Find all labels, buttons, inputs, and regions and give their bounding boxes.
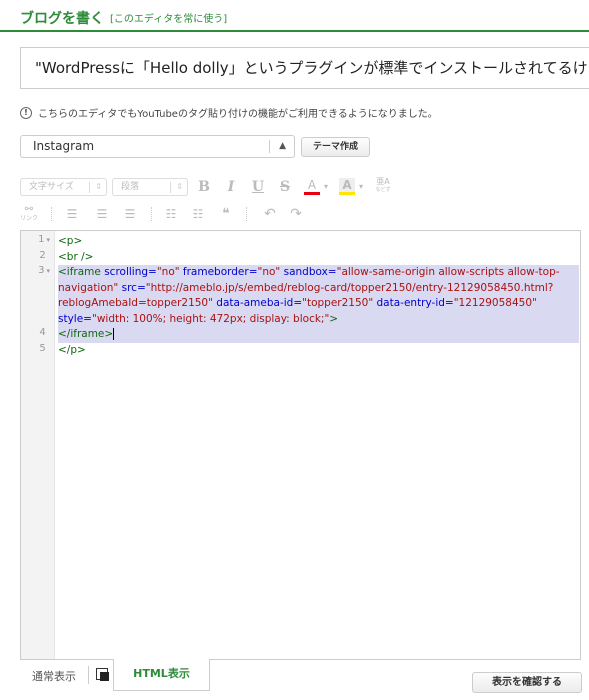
code-token: </p> bbox=[58, 343, 86, 356]
align-center-icon[interactable]: ☰ bbox=[94, 205, 110, 223]
line-number-gutter: 1 ▾ 2 3 ▾ 4 5 bbox=[21, 231, 55, 659]
code-line[interactable]: reblogAmebaId=topper2150" data-ameba-id=… bbox=[58, 296, 579, 312]
select-arrows-icon: ▲ bbox=[279, 141, 286, 151]
redo-icon[interactable]: ↷ bbox=[288, 205, 304, 223]
link-icon: ⚯ bbox=[24, 204, 34, 215]
code-token: > bbox=[329, 312, 339, 325]
code-token: scrolling= bbox=[104, 266, 157, 278]
code-token: <p> bbox=[58, 235, 83, 247]
code-token: navigation" bbox=[58, 281, 122, 294]
text-cursor bbox=[113, 328, 115, 340]
post-title-input[interactable]: "WordPressに「Hello dolly」というプラグインが標準でインスト… bbox=[20, 47, 589, 89]
bullet-list-icon[interactable]: ☷ bbox=[163, 205, 179, 223]
code-token: reblogAmebaId=topper2150" bbox=[58, 297, 217, 309]
quote-icon[interactable]: ❝ bbox=[218, 205, 234, 223]
code-token: "http://ameblo.jp/s/embed/reblog-card/to… bbox=[145, 281, 554, 294]
code-token: <br /> bbox=[58, 250, 94, 263]
create-theme-button[interactable]: テーマ作成 bbox=[301, 137, 370, 157]
paragraph-select[interactable]: 段落 ⇕ bbox=[112, 178, 188, 196]
notice-text: こちらのエディタでもYouTubeのタグ貼り付けの機能がご利用できるようになりま… bbox=[38, 109, 438, 120]
link-button[interactable]: ⚯ リンク bbox=[20, 205, 38, 223]
numbered-list-icon[interactable]: ☷ bbox=[190, 205, 206, 223]
ruby-bottom-label: などず bbox=[375, 187, 391, 193]
underline-button[interactable]: U bbox=[250, 178, 266, 196]
link-label: リンク bbox=[20, 215, 39, 222]
always-use-editor-link[interactable]: [このエディタを常に使う] bbox=[110, 10, 227, 25]
fold-arrow-icon[interactable]: ▾ bbox=[46, 236, 50, 244]
select-arrows-icon: ⇕ bbox=[176, 182, 183, 191]
font-size-select[interactable]: 文字サイズ ⇕ bbox=[20, 178, 107, 196]
chevron-down-icon[interactable]: ▾ bbox=[321, 178, 331, 196]
code-line[interactable]: style="width: 100%; height: 472px; displ… bbox=[58, 311, 579, 327]
fold-arrow-icon[interactable]: ▾ bbox=[46, 267, 50, 275]
undo-icon[interactable]: ↶ bbox=[262, 205, 278, 223]
code-token: style= bbox=[58, 312, 92, 325]
code-token: "no" bbox=[156, 266, 183, 278]
bold-button[interactable]: B bbox=[196, 178, 212, 196]
line-number: 5 bbox=[39, 343, 50, 354]
format-toolbar: 文字サイズ ⇕ 段落 ⇕ B I U S A ▾ A ▾ 亜A などず bbox=[20, 178, 580, 196]
info-icon: ! bbox=[20, 106, 32, 119]
code-token: "topper2150" bbox=[302, 297, 377, 309]
line-number: 3 ▾ bbox=[38, 265, 50, 276]
code-line[interactable]: navigation" src="http://ameblo.jp/s/embe… bbox=[58, 280, 579, 296]
tab-html-view[interactable]: HTML表示 bbox=[113, 659, 210, 691]
code-line[interactable]: </iframe> bbox=[58, 327, 579, 343]
tab-normal-view[interactable]: 通常表示 bbox=[32, 668, 76, 684]
page-title: ブログを書く bbox=[20, 11, 104, 27]
code-token: data-entry-id= bbox=[376, 297, 454, 309]
font-color-button[interactable]: A bbox=[304, 178, 320, 195]
ruby-top-label: 亜A bbox=[376, 177, 390, 186]
strikethrough-button[interactable]: S bbox=[277, 178, 293, 196]
code-area[interactable]: <p> <br /> <iframe scrolling="no" frameb… bbox=[58, 234, 579, 358]
code-token: "no" bbox=[257, 266, 284, 278]
code-token: </iframe> bbox=[58, 328, 114, 340]
line-number: 1 ▾ bbox=[38, 234, 50, 245]
code-token: "width: 100%; height: 472px; display: bl… bbox=[91, 312, 330, 325]
preview-button[interactable]: 表示を確認する bbox=[472, 672, 582, 693]
code-token: src= bbox=[121, 281, 146, 294]
youtube-notice: ! こちらのエディタでもYouTubeのタグ貼り付けの機能がご利用できるようにな… bbox=[20, 105, 438, 120]
code-line[interactable]: <p> bbox=[58, 234, 579, 250]
align-right-icon[interactable]: ☰ bbox=[122, 205, 138, 223]
code-token: data-ameba-id= bbox=[216, 297, 303, 309]
code-line[interactable]: <br /> bbox=[58, 250, 579, 266]
insert-toolbar: ⚯ リンク ☰ ☰ ☰ ☷ ☷ ❝ ↶ ↷ bbox=[20, 205, 580, 223]
html-code-editor[interactable]: 1 ▾ 2 3 ▾ 4 5 <p> <br /> <iframe scrolling="… bbox=[20, 230, 581, 660]
code-token: <iframe bbox=[58, 266, 105, 278]
italic-button[interactable]: I bbox=[223, 178, 239, 196]
theme-select-value: Instagram bbox=[33, 139, 95, 153]
bg-color-button[interactable]: A bbox=[339, 178, 355, 195]
code-token: "allow-same-origin allow-scripts allow-t… bbox=[336, 266, 560, 278]
copy-icon[interactable] bbox=[96, 668, 109, 681]
code-token: frameborder= bbox=[182, 266, 258, 278]
chevron-down-icon[interactable]: ▾ bbox=[356, 178, 366, 196]
code-token: "12129058450" bbox=[453, 297, 537, 309]
editor-header: ブログを書く [このエディタを常に使う] bbox=[0, 0, 589, 32]
editor-mode-tabs: 通常表示 HTML表示 表示を確認する bbox=[20, 659, 589, 700]
theme-select[interactable]: Instagram ▲ bbox=[20, 135, 295, 158]
line-number: 2 bbox=[39, 250, 50, 261]
code-token: sandbox= bbox=[283, 266, 337, 278]
line-number: 4 bbox=[39, 327, 50, 338]
align-left-icon[interactable]: ☰ bbox=[64, 205, 80, 223]
ruby-button[interactable]: 亜A などず bbox=[372, 178, 394, 196]
code-line[interactable]: </p> bbox=[58, 343, 579, 359]
code-line[interactable]: <iframe scrolling="no" frameborder="no" … bbox=[58, 265, 579, 281]
select-arrows-icon: ⇕ bbox=[95, 182, 102, 191]
